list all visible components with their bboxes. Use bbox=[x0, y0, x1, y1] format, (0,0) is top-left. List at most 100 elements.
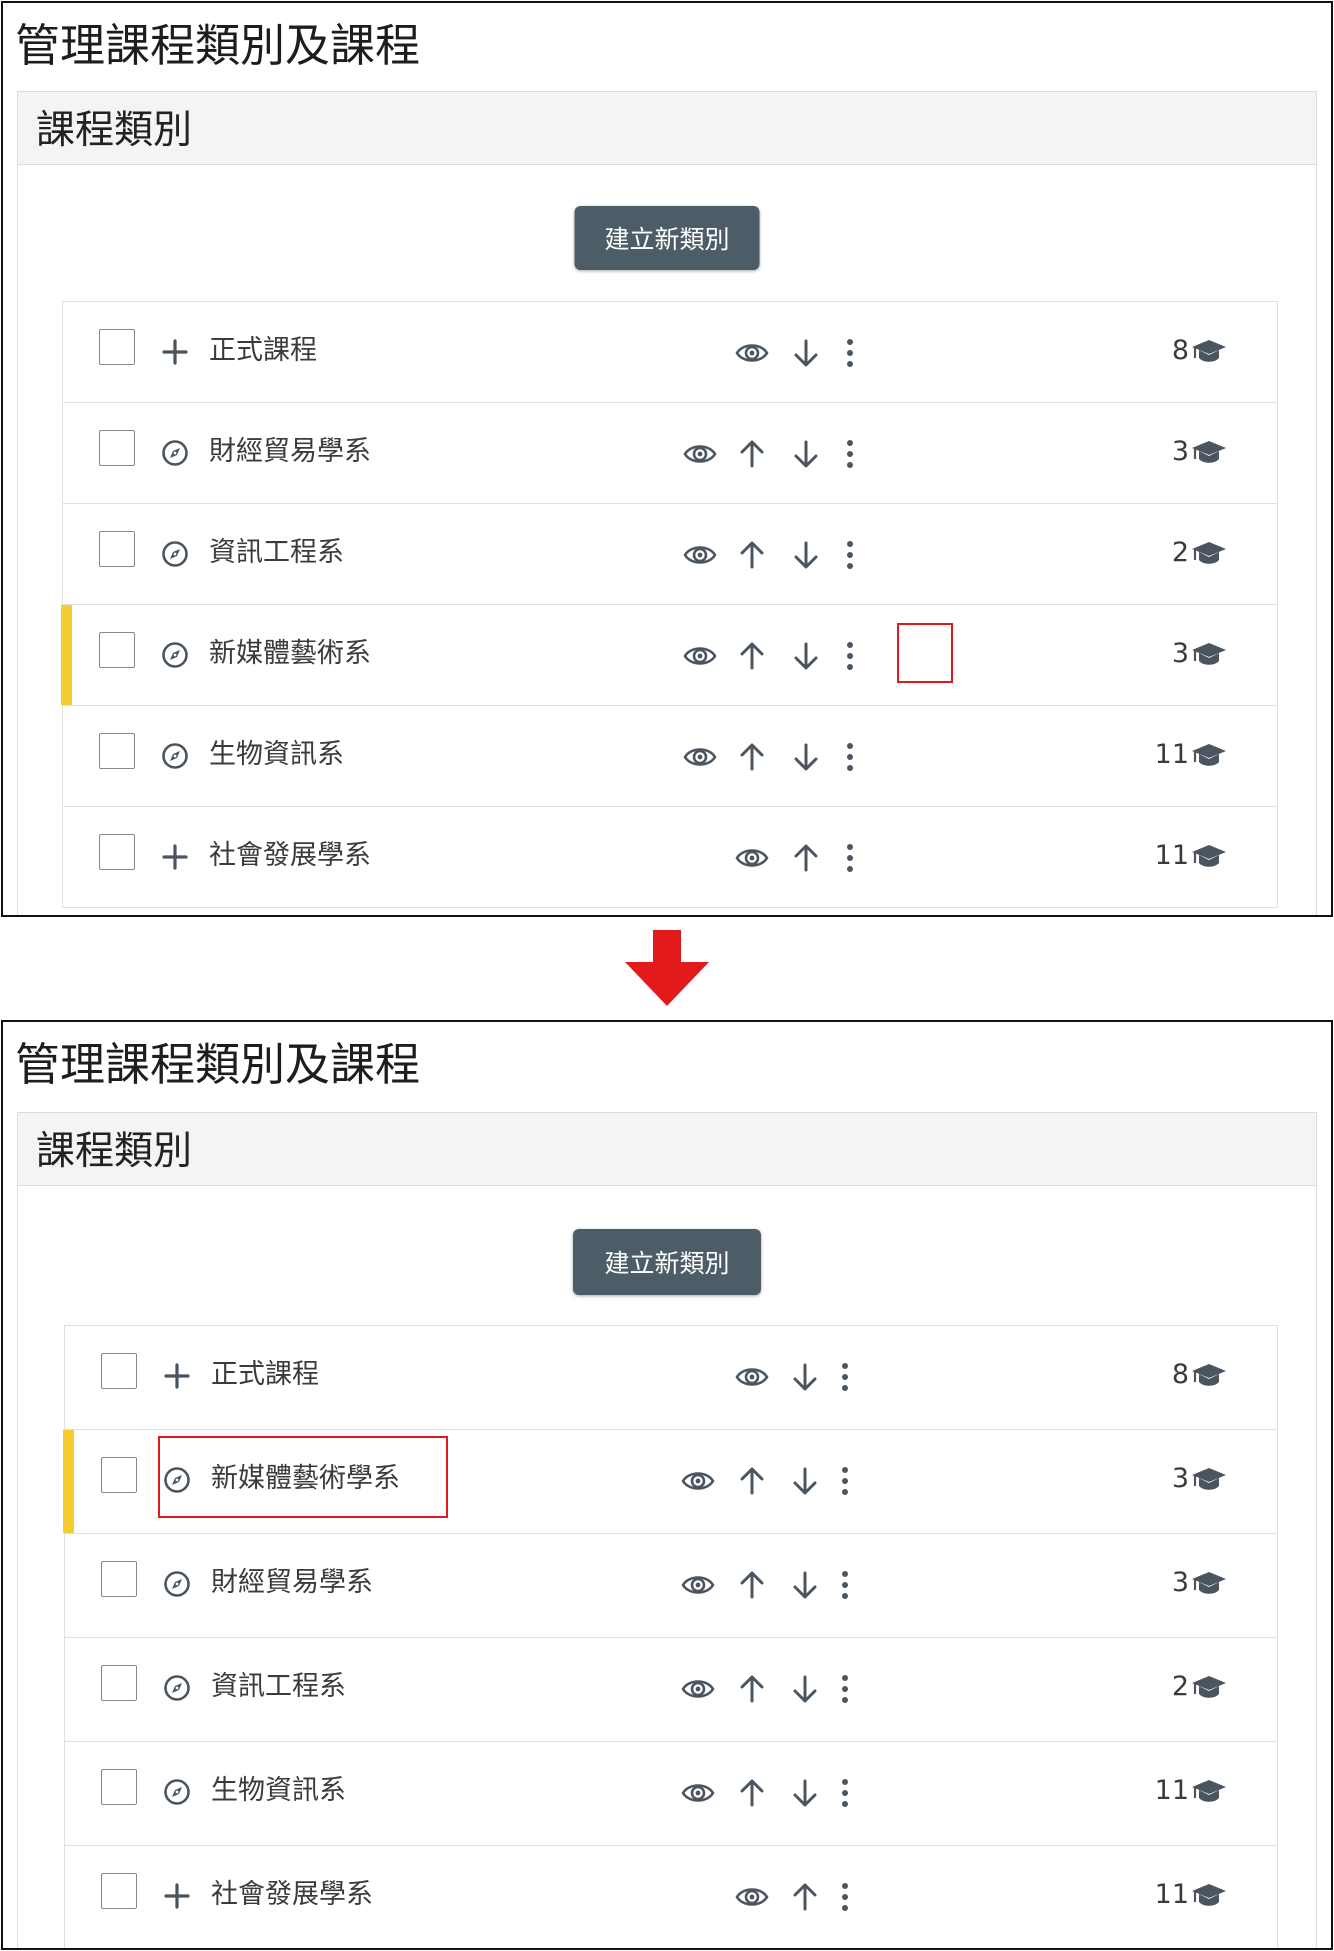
category-name[interactable]: 新媒體藝術系 bbox=[209, 625, 371, 683]
more-options-kebab-icon[interactable] bbox=[828, 1568, 862, 1602]
plus-icon[interactable] bbox=[161, 338, 189, 366]
row-checkbox[interactable] bbox=[101, 1873, 137, 1909]
card-title: 課程類別 bbox=[36, 1129, 193, 1174]
move-up-arrow-icon[interactable] bbox=[789, 841, 823, 875]
more-options-kebab-icon[interactable] bbox=[833, 841, 867, 875]
visibility-eye-icon[interactable] bbox=[681, 1568, 715, 1602]
compass-icon bbox=[163, 1778, 191, 1806]
move-up-arrow-icon[interactable] bbox=[735, 437, 769, 471]
category-name[interactable]: 財經貿易學系 bbox=[209, 423, 371, 481]
plus-icon[interactable] bbox=[163, 1362, 191, 1390]
category-name[interactable]: 社會發展學系 bbox=[209, 827, 371, 885]
category-row: 社會發展學系 11 bbox=[65, 1846, 1277, 1948]
more-options-kebab-icon[interactable] bbox=[833, 437, 867, 471]
create-category-button[interactable]: 建立新類別 bbox=[573, 1229, 761, 1295]
course-count: 11 bbox=[1154, 1775, 1189, 1806]
category-name[interactable]: 社會發展學系 bbox=[211, 1866, 373, 1924]
visibility-eye-icon[interactable] bbox=[681, 1464, 715, 1498]
visibility-eye-icon[interactable] bbox=[683, 437, 717, 471]
plus-icon[interactable] bbox=[163, 1882, 191, 1910]
category-name[interactable]: 正式課程 bbox=[209, 322, 317, 380]
row-checkbox[interactable] bbox=[99, 733, 135, 769]
category-row: 正式課程 8 bbox=[65, 1326, 1277, 1430]
compass-icon bbox=[161, 439, 189, 467]
more-options-kebab-icon[interactable] bbox=[828, 1464, 862, 1498]
move-down-arrow-icon[interactable] bbox=[788, 1360, 822, 1394]
move-up-arrow-icon[interactable] bbox=[735, 538, 769, 572]
course-count: 2 bbox=[1171, 1671, 1189, 1702]
graduation-cap-icon bbox=[1191, 540, 1227, 568]
move-up-arrow-icon[interactable] bbox=[735, 1776, 769, 1810]
visibility-eye-icon[interactable] bbox=[735, 1880, 769, 1914]
move-up-arrow-icon[interactable] bbox=[735, 740, 769, 774]
row-checkbox[interactable] bbox=[101, 1561, 137, 1597]
more-options-kebab-icon[interactable] bbox=[833, 538, 867, 572]
more-options-kebab-icon[interactable] bbox=[828, 1360, 862, 1394]
compass-icon bbox=[163, 1570, 191, 1598]
row-checkbox[interactable] bbox=[101, 1457, 137, 1493]
visibility-eye-icon[interactable] bbox=[683, 538, 717, 572]
course-count: 11 bbox=[1154, 840, 1189, 871]
row-checkbox[interactable] bbox=[101, 1665, 137, 1701]
row-checkbox[interactable] bbox=[99, 329, 135, 365]
row-checkbox[interactable] bbox=[101, 1769, 137, 1805]
category-row: 正式課程 8 bbox=[63, 302, 1277, 403]
compass-icon bbox=[161, 641, 189, 669]
category-name[interactable]: 資訊工程系 bbox=[209, 524, 344, 582]
more-options-kebab-icon[interactable] bbox=[828, 1776, 862, 1810]
row-checkbox[interactable] bbox=[101, 1353, 137, 1389]
category-name[interactable]: 財經貿易學系 bbox=[211, 1554, 373, 1612]
move-down-arrow-icon[interactable] bbox=[789, 740, 823, 774]
category-row: 新媒體藝術系 3 bbox=[61, 605, 1277, 706]
category-name[interactable]: 生物資訊系 bbox=[209, 726, 344, 784]
course-count: 8 bbox=[1171, 335, 1189, 366]
visibility-eye-icon[interactable] bbox=[683, 639, 717, 673]
move-down-arrow-icon[interactable] bbox=[788, 1672, 822, 1706]
course-count: 8 bbox=[1171, 1359, 1189, 1390]
move-down-arrow-icon[interactable] bbox=[789, 336, 823, 370]
row-checkbox[interactable] bbox=[99, 531, 135, 567]
after-screenshot-panel: 管理課程類別及課程 課程類別 建立新類別 正式課程 8 新媒體藝術學系 3 財經貿易學系… bbox=[1, 1020, 1333, 1950]
course-count: 2 bbox=[1171, 537, 1189, 568]
category-name[interactable]: 新媒體藝術學系 bbox=[211, 1450, 400, 1508]
category-name[interactable]: 正式課程 bbox=[211, 1346, 319, 1404]
move-down-arrow-icon[interactable] bbox=[788, 1776, 822, 1810]
move-down-arrow-icon[interactable] bbox=[788, 1568, 822, 1602]
graduation-cap-icon bbox=[1191, 1570, 1227, 1598]
plus-icon[interactable] bbox=[161, 843, 189, 871]
more-options-kebab-icon[interactable] bbox=[828, 1672, 862, 1706]
move-down-arrow-icon[interactable] bbox=[789, 538, 823, 572]
visibility-eye-icon[interactable] bbox=[681, 1672, 715, 1706]
move-down-arrow-icon[interactable] bbox=[789, 437, 823, 471]
visibility-eye-icon[interactable] bbox=[735, 841, 769, 875]
card-header: 課程類別 bbox=[18, 92, 1316, 165]
move-down-arrow-icon[interactable] bbox=[788, 1464, 822, 1498]
more-options-kebab-icon[interactable] bbox=[833, 740, 867, 774]
category-list: 正式課程 8 新媒體藝術學系 3 財經貿易學系 3 資訊工程系 2 生物資訊系 11 社會發展學系 1… bbox=[63, 1325, 1278, 1948]
category-name[interactable]: 資訊工程系 bbox=[211, 1658, 346, 1716]
row-checkbox[interactable] bbox=[99, 632, 135, 668]
graduation-cap-icon bbox=[1191, 1466, 1227, 1494]
more-options-kebab-icon[interactable] bbox=[833, 336, 867, 370]
visibility-eye-icon[interactable] bbox=[681, 1776, 715, 1810]
graduation-cap-icon bbox=[1191, 1882, 1227, 1910]
visibility-eye-icon[interactable] bbox=[735, 336, 769, 370]
move-up-arrow-icon[interactable] bbox=[788, 1880, 822, 1914]
create-category-button[interactable]: 建立新類別 bbox=[574, 206, 760, 270]
visibility-eye-icon[interactable] bbox=[735, 1360, 769, 1394]
course-count: 3 bbox=[1171, 1567, 1189, 1598]
category-name[interactable]: 生物資訊系 bbox=[211, 1762, 346, 1820]
row-checkbox[interactable] bbox=[99, 834, 135, 870]
move-down-arrow-icon[interactable] bbox=[789, 639, 823, 673]
category-row: 財經貿易學系 3 bbox=[63, 403, 1277, 504]
page-title: 管理課程類別及課程 bbox=[15, 19, 421, 72]
course-count: 3 bbox=[1171, 436, 1189, 467]
more-options-kebab-icon[interactable] bbox=[833, 639, 867, 673]
move-up-arrow-icon[interactable] bbox=[735, 1464, 769, 1498]
move-up-arrow-icon[interactable] bbox=[735, 639, 769, 673]
more-options-kebab-icon[interactable] bbox=[828, 1880, 862, 1914]
visibility-eye-icon[interactable] bbox=[683, 740, 717, 774]
move-up-arrow-icon[interactable] bbox=[735, 1568, 769, 1602]
row-checkbox[interactable] bbox=[99, 430, 135, 466]
move-up-arrow-icon[interactable] bbox=[735, 1672, 769, 1706]
